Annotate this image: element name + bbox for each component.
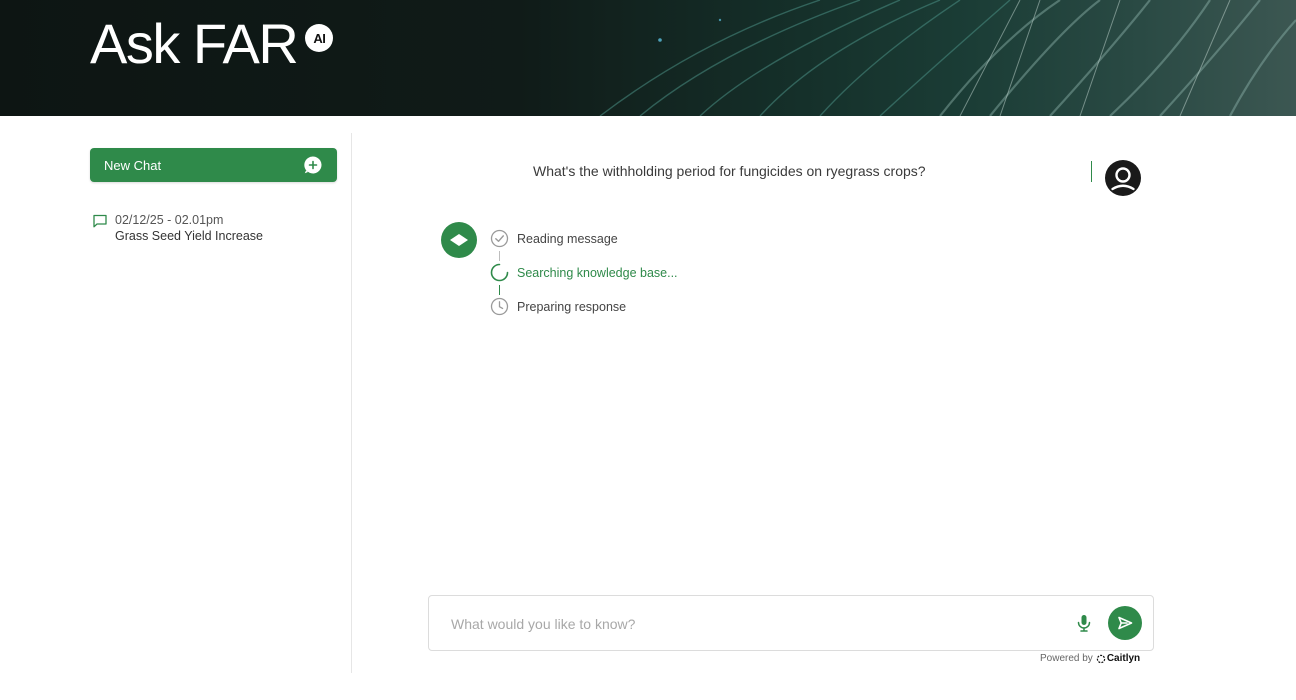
- step-connector: [499, 285, 500, 295]
- powered-by: Powered by Caitlyn: [1040, 653, 1140, 664]
- brand-link[interactable]: Caitlyn: [1096, 653, 1140, 664]
- sidebar-divider: [351, 133, 352, 673]
- step-preparing: Preparing response: [490, 297, 626, 316]
- history-title: Grass Seed Yield Increase: [115, 229, 263, 243]
- message-input[interactable]: [451, 613, 1051, 635]
- spinner-icon: [490, 263, 509, 282]
- send-button[interactable]: [1108, 606, 1142, 640]
- bot-avatar: [441, 222, 477, 258]
- brand-logo-icon: [1096, 654, 1106, 663]
- composer: [428, 595, 1154, 651]
- chat-bubble-icon: [93, 214, 107, 228]
- step-searching: Searching knowledge base...: [490, 263, 678, 282]
- sidebar: [0, 116, 352, 700]
- microphone-icon[interactable]: [1074, 613, 1094, 633]
- diamond-logo-icon: [450, 234, 468, 246]
- ai-badge: AI: [305, 24, 334, 52]
- chat-history-item[interactable]: 02/12/25 - 02.01pm Grass Seed Yield Incr…: [92, 212, 263, 245]
- new-chat-label: New Chat: [104, 157, 162, 173]
- step-connector: [499, 251, 500, 261]
- clock-icon: [490, 297, 509, 316]
- message-divider: [1091, 161, 1092, 182]
- step-label: Searching knowledge base...: [517, 265, 678, 280]
- user-avatar-icon[interactable]: [1105, 160, 1141, 196]
- send-icon: [1118, 616, 1133, 630]
- plus-circle-icon: [304, 156, 322, 174]
- app-logo[interactable]: Ask FAR AI: [90, 12, 334, 75]
- user-message: What's the withholding period for fungic…: [533, 163, 926, 179]
- powered-by-text: Powered by: [1040, 653, 1093, 664]
- step-label: Reading message: [517, 231, 618, 246]
- step-label: Preparing response: [517, 299, 627, 314]
- brand-name: Caitlyn: [1106, 653, 1141, 664]
- logo-text: Ask FAR: [90, 12, 299, 75]
- check-circle-icon: [490, 229, 509, 248]
- new-chat-button[interactable]: New Chat: [90, 148, 337, 182]
- step-reading: Reading message: [490, 229, 618, 248]
- header-banner: Ask FAR AI: [0, 0, 1296, 116]
- history-date: 02/12/25 - 02.01pm: [115, 213, 224, 227]
